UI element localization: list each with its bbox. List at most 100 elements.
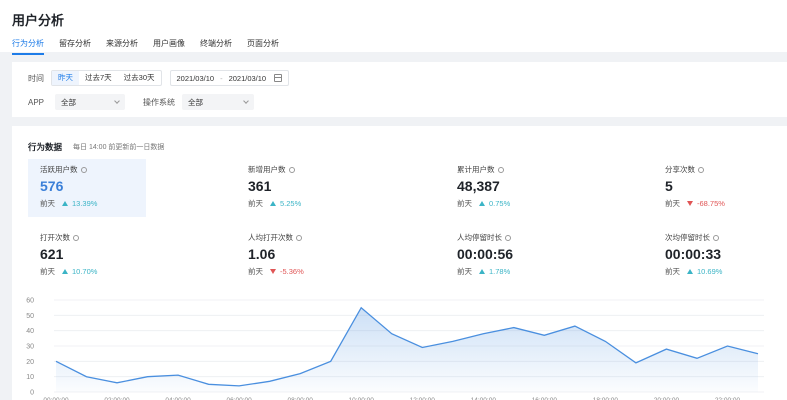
metric-compare-label: 前天 [248,199,263,208]
y-tick-label: 40 [26,328,34,335]
y-tick-label: 0 [30,390,34,397]
metric-value: 48,387 [457,178,500,194]
data-point[interactable] [327,357,335,365]
data-point[interactable] [540,331,548,339]
metric-opens[interactable]: 打开次数 621 前天 10.70% [28,227,146,285]
tab-behavior[interactable]: 行为分析 [12,38,44,55]
y-axis: 0 10 20 30 40 50 60 [26,298,34,397]
tab-bar: 行为分析 留存分析 来源分析 用户画像 终端分析 页面分析 [12,38,294,55]
data-point[interactable] [479,330,487,338]
info-icon [288,166,295,173]
app-filter-row: APP 全部 操作系统 全部 [28,94,254,110]
tab-source[interactable]: 来源分析 [106,38,138,55]
date-separator: - [220,73,223,83]
info-icon [698,166,704,173]
os-select[interactable]: 全部 [182,94,254,110]
metric-label: 人均停留时长 [457,233,502,242]
data-point[interactable] [388,330,396,338]
page-title: 用户分析 [12,13,65,28]
info-icon [73,234,79,241]
arrow-down-icon [270,269,276,274]
metric-value: 621 [40,246,64,262]
trend-chart[interactable]: 0102030405060 00:00:0002:00:0004:00:0006… [12,292,787,400]
y-tick-label: 20 [26,359,34,366]
data-point[interactable] [296,370,304,378]
arrow-up-icon [270,201,276,206]
metric-compare-label: 前天 [40,199,55,208]
data-point[interactable] [83,373,91,381]
data-point[interactable] [723,342,731,350]
data-point[interactable] [510,324,518,332]
metric-compare-label: 前天 [665,267,680,276]
top-header: 用户分析 行为分析 留存分析 来源分析 用户画像 终端分析 页面分析 [0,0,787,55]
metric-value: 00:00:56 [457,246,514,262]
metric-total-users[interactable]: 累计用户数 48,387 前天 0.75% [445,159,563,217]
metric-compare-label: 前天 [457,267,472,276]
metric-label: 新增用户数 [248,165,286,174]
data-point[interactable] [235,382,243,390]
time-7days-button[interactable]: 过去7天 [79,71,118,85]
data-point[interactable] [601,337,609,345]
metric-opens-per-user[interactable]: 人均打开次数 1.06 前天 -5.36% [236,227,354,285]
data-point[interactable] [693,354,701,362]
data-point[interactable] [144,373,152,381]
metric-shares[interactable]: 分享次数 5 前天 -68.75% [653,159,771,217]
metric-value: 5 [665,178,673,194]
data-point[interactable] [449,337,457,345]
data-point[interactable] [754,350,762,358]
data-point[interactable] [632,359,640,367]
data-point[interactable] [205,380,213,388]
data-point[interactable] [571,322,579,330]
metric-duration-per-user[interactable]: 人均停留时长 00:00:56 前天 1.78% [445,227,563,285]
y-tick-label: 30 [26,344,34,351]
data-point[interactable] [662,345,670,353]
arrow-up-icon [687,269,693,274]
metric-delta: 10.70% [72,267,98,276]
metric-label: 活跃用户数 [40,165,78,174]
metric-value: 576 [40,178,64,194]
metric-new-users[interactable]: 新增用户数 361 前天 5.25% [236,159,354,217]
metric-label: 人均打开次数 [248,233,293,242]
metric-label: 累计用户数 [457,165,495,174]
date-end: 2021/03/10 [228,73,267,83]
y-tick-label: 10 [26,374,34,381]
date-range-picker[interactable]: 2021/03/10 - 2021/03/10 [169,70,290,86]
time-range-segmented: 昨天 过去7天 过去30天 [51,70,162,86]
behavior-data-card: 行为数据 每日 14:00 前更新前一日数据 活跃用户数 576 前天 13.39… [12,126,787,400]
date-start: 2021/03/10 [176,73,215,83]
calendar-icon [274,74,283,82]
metric-duration-per-open[interactable]: 次均停留时长 00:00:33 前天 10.69% [653,227,771,285]
tab-page[interactable]: 页面分析 [247,38,279,55]
tab-retention[interactable]: 留存分析 [59,38,91,55]
info-icon [505,234,511,241]
metric-active-users[interactable]: 活跃用户数 576 前天 13.39% [28,159,146,217]
os-select-value: 全部 [188,97,203,107]
metric-delta: 13.39% [72,199,98,208]
metric-value: 361 [248,178,272,194]
data-point[interactable] [357,304,365,312]
arrow-up-icon [62,201,68,206]
metric-delta: 5.25% [280,199,302,208]
time-filter-row: 时间 昨天 过去7天 过去30天 2021/03/10 - 2021/03/10 [28,70,290,86]
tab-user-profile[interactable]: 用户画像 [153,38,185,55]
chevron-down-icon [114,98,120,104]
data-point[interactable] [266,377,274,385]
tab-device[interactable]: 终端分析 [200,38,232,55]
data-point[interactable] [52,357,60,365]
data-point[interactable] [418,344,426,352]
metric-compare-label: 前天 [665,199,680,208]
app-label: APP [28,97,45,107]
metric-delta: 10.69% [697,267,723,276]
time-30days-button[interactable]: 过去30天 [118,71,161,85]
info-icon [497,166,504,173]
app-select-value: 全部 [61,97,76,107]
app-select[interactable]: 全部 [55,94,125,110]
metric-delta: 0.75% [489,199,511,208]
data-point[interactable] [113,379,121,387]
data-point[interactable] [174,371,182,379]
metric-label: 次均停留时长 [665,233,710,242]
time-yesterday-button[interactable]: 昨天 [52,71,79,85]
metric-delta: -68.75% [697,199,725,208]
arrow-up-icon [479,201,485,206]
metric-value: 1.06 [248,246,276,262]
